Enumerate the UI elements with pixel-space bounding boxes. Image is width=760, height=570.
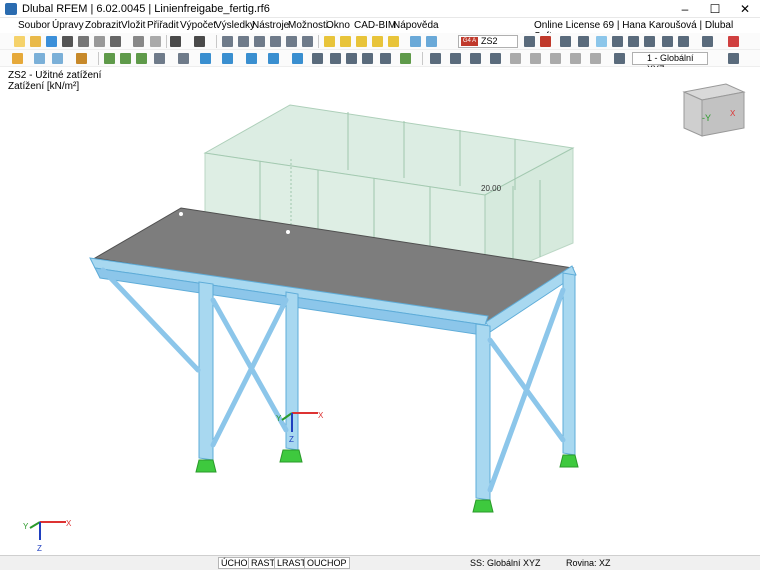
axis-x-label: X xyxy=(318,411,324,420)
axis-y-label: Y xyxy=(276,414,282,423)
corner-axis-y-label: Y xyxy=(23,522,29,531)
object-snap-toggle[interactable]: OUCHOP xyxy=(304,557,350,569)
status-work-plane: Rovina: XZ xyxy=(566,558,611,568)
load-value-label: 20.00 xyxy=(481,184,502,193)
supports xyxy=(195,449,579,513)
corner-axis-z-label: Z xyxy=(37,544,42,553)
navcube-side-label: X xyxy=(730,109,736,118)
status-coordinate-system: SS: Globální XYZ xyxy=(470,558,541,568)
corner-axis-x-label: X xyxy=(66,519,72,528)
axis-z-label: Z xyxy=(289,435,294,444)
structure-model: 20.00 X Y Z X Y Z -Y X xyxy=(23,83,746,553)
global-axis-corner xyxy=(29,521,66,540)
status-bar: ÚCHOP RASTR LRASTR OUCHOP SS: Globální X… xyxy=(0,555,760,570)
navcube-face-label: -Y xyxy=(702,113,711,123)
